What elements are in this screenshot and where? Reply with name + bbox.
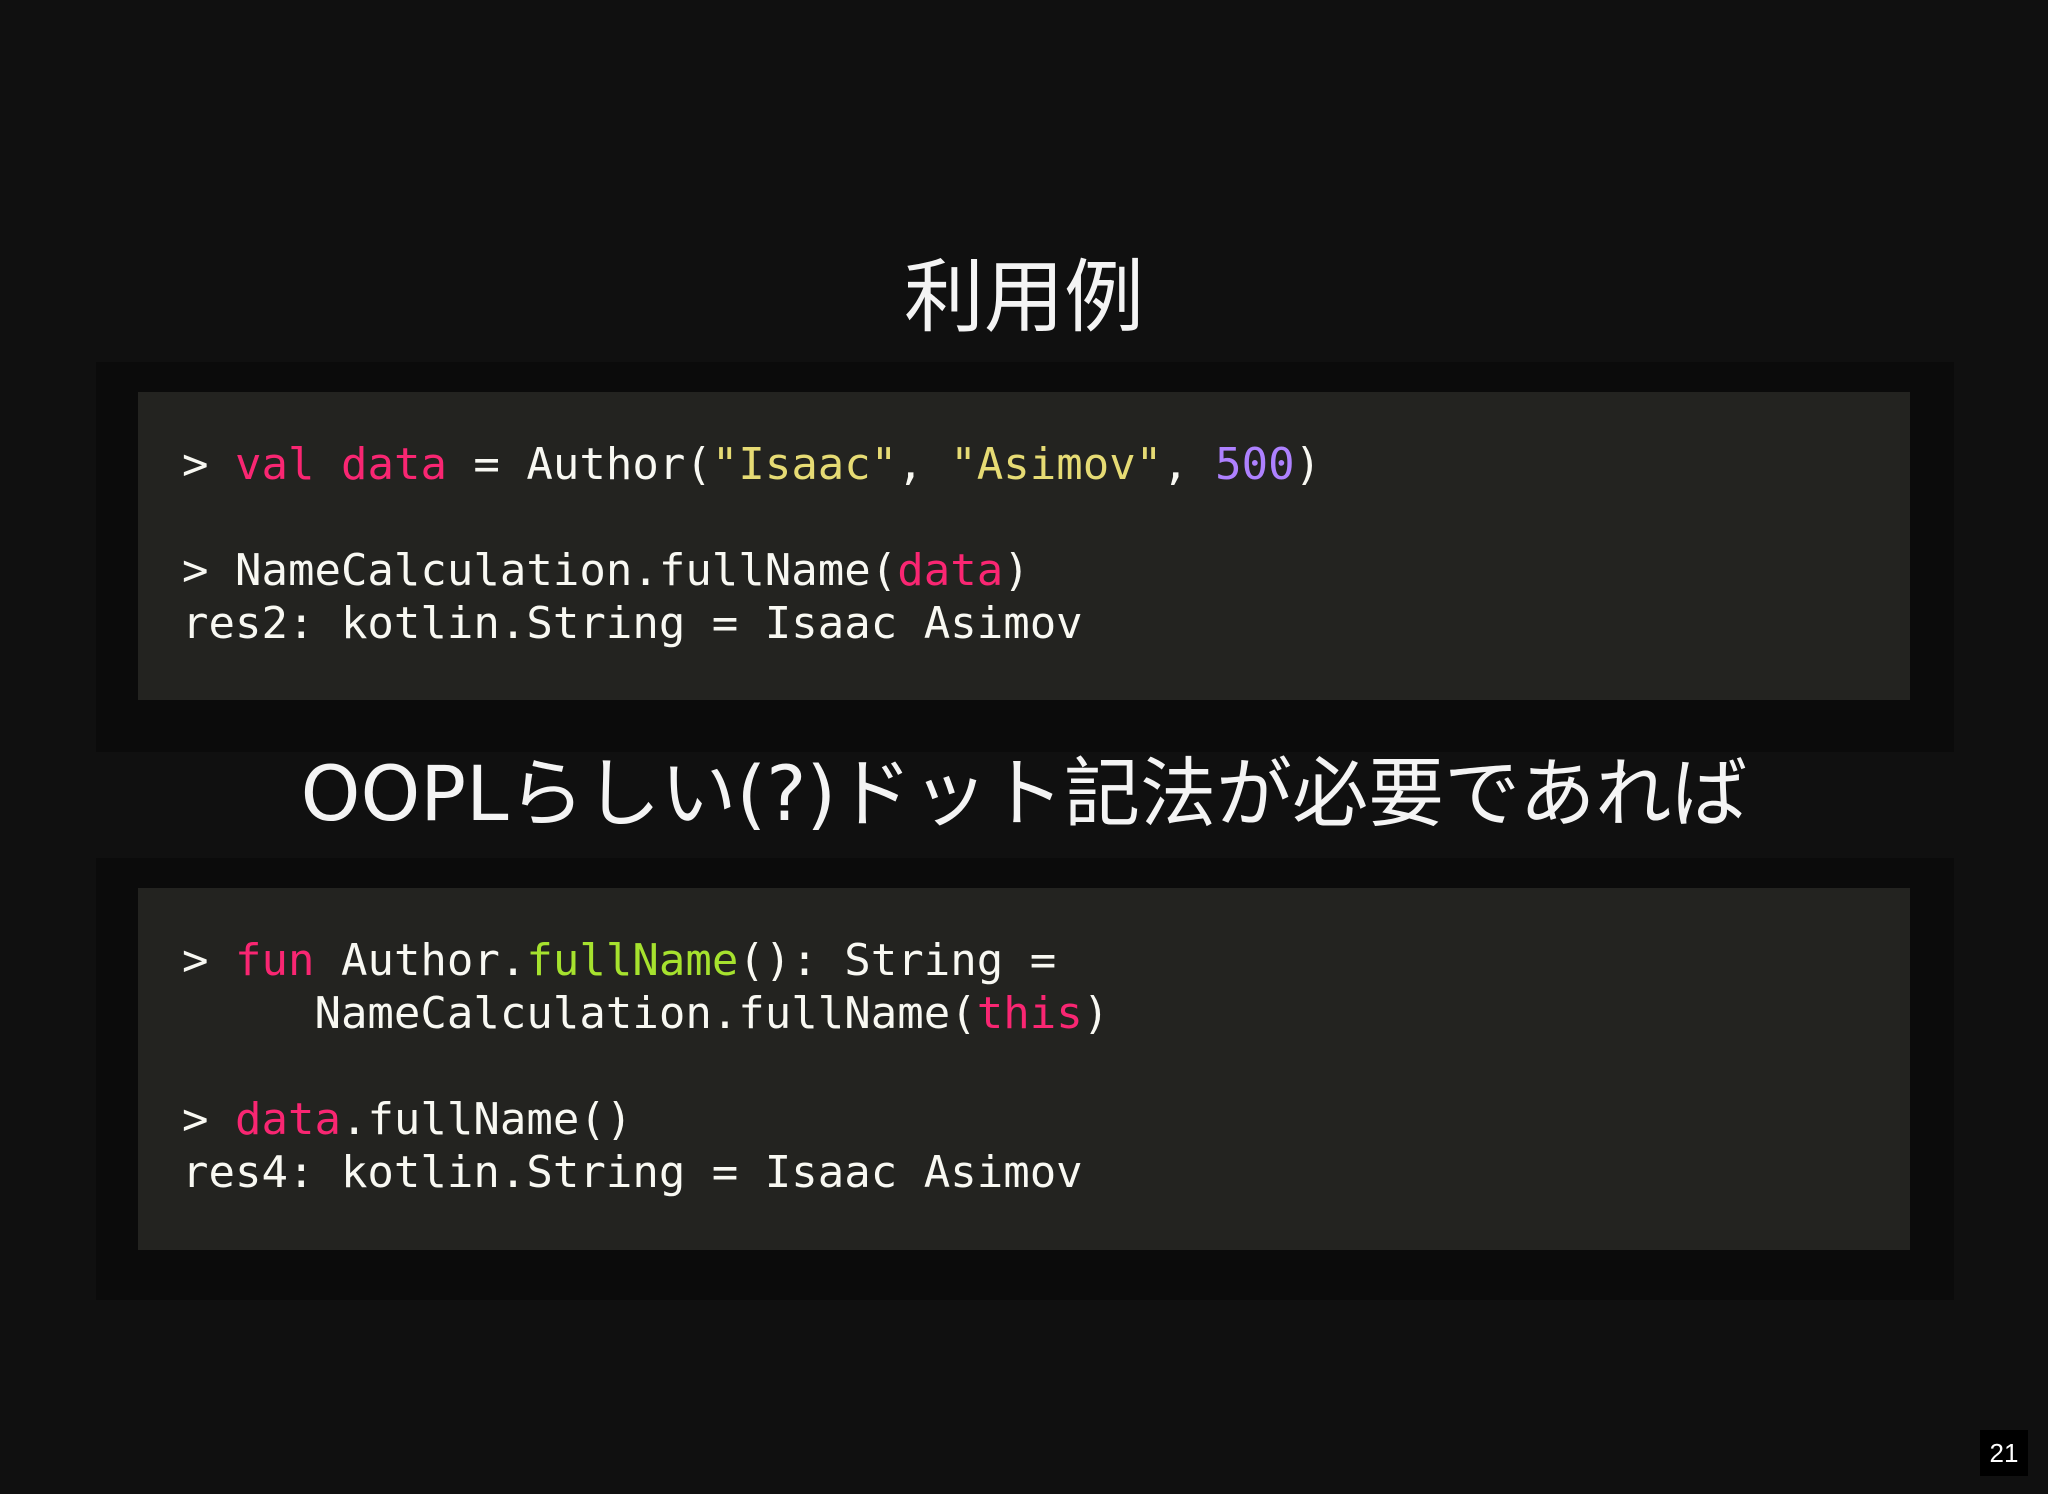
code-output-line: res4: kotlin.String = Isaac Asimov (182, 1147, 1083, 1198)
prompt: > (182, 1094, 235, 1145)
keyword-this: this (976, 988, 1083, 1039)
code-output-line: res2: kotlin.String = Isaac Asimov (182, 598, 1083, 649)
function-name: fullName (526, 935, 739, 986)
prompt: > (182, 439, 235, 490)
code-text: ) (1003, 545, 1030, 596)
keyword-val: val (234, 439, 315, 490)
code-text: , (1162, 439, 1216, 490)
code-text: (): String = (738, 935, 1057, 986)
variable-data: data (234, 1094, 341, 1145)
code-text: .fullName() (340, 1094, 633, 1145)
variable-data: data (897, 545, 1004, 596)
string-literal: "Isaac" (711, 439, 898, 490)
code-line: > val data = Author("Isaac", "Asimov", 5… (182, 438, 1910, 491)
code-line: > fun Author.fullName(): String = (182, 934, 1910, 987)
slide-title-dot-notation: OOPLらしい(?)ドット記法が必要であれば (300, 749, 1748, 838)
page-number: 21 (1980, 1430, 2028, 1476)
string-literal: "Asimov" (950, 439, 1163, 490)
number-literal: 500 (1215, 439, 1295, 490)
code-text: Author. (314, 935, 527, 986)
code-block-usage: > val data = Author("Isaac", "Asimov", 5… (138, 392, 1910, 700)
code-text: , (897, 439, 951, 490)
code-text: NameCalculation.fullName( (314, 988, 977, 1039)
code-block-extension: > fun Author.fullName(): String = NameCa… (138, 888, 1910, 1250)
code-text: ) (1294, 439, 1322, 490)
prompt: > (182, 935, 235, 986)
code-line: > data.fullName() (182, 1093, 1910, 1146)
code-text: ) (1082, 988, 1110, 1039)
code-line: > NameCalculation.fullName(data) (182, 544, 1910, 597)
code-line: NameCalculation.fullName(this) (182, 987, 1910, 1040)
code-text: NameCalculation.fullName( (234, 545, 898, 596)
prompt: > (182, 545, 235, 596)
code-text: = Author( (446, 439, 712, 490)
slide-title-usage-example: 利用例 (904, 251, 1144, 344)
keyword-fun: fun (234, 935, 315, 986)
variable-data: data (340, 439, 447, 490)
